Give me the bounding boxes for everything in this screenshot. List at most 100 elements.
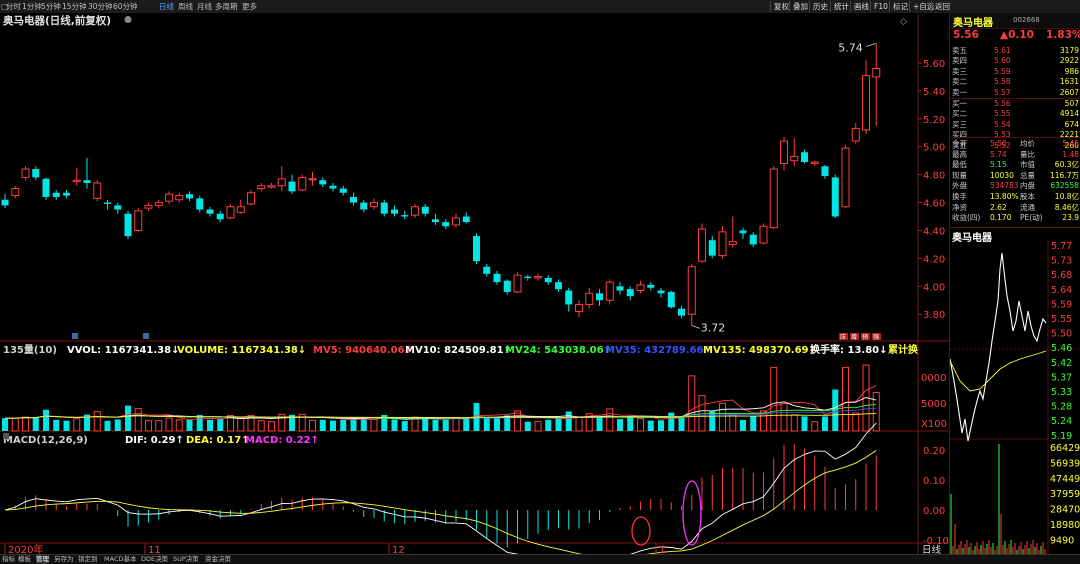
stat-row-0[interactable]: 今开 5.50 均价 5.45 bbox=[950, 138, 1080, 149]
candle-body bbox=[319, 180, 327, 185]
sell-row-5[interactable]: 卖一 5.57 2607 bbox=[950, 87, 1080, 98]
price-tick-7: 4.20 bbox=[923, 254, 945, 265]
candle-body bbox=[52, 192, 60, 197]
vol-badge-2: 预 bbox=[862, 333, 868, 341]
mini-price-tick-10: 5.33 bbox=[1051, 387, 1072, 398]
toolbar-button-5[interactable]: F10 bbox=[870, 1, 891, 12]
stat-row-4[interactable]: 外盘 534783 内盘 632558 bbox=[950, 180, 1080, 191]
settings-dot-icon[interactable] bbox=[124, 16, 132, 23]
mini-price-tick-11: 5.28 bbox=[1051, 402, 1072, 413]
period-tab-3[interactable]: 15分钟 bbox=[62, 0, 87, 13]
stat-label-2: PE(动) bbox=[1020, 213, 1043, 223]
toolbar-button-2[interactable]: 历史 bbox=[809, 1, 831, 12]
stat-row-5[interactable]: 换手 13.80% 股本 10.8亿 bbox=[950, 191, 1080, 202]
quote-stats: 今开 5.50 均价 5.45 最高 5.74 量比 1.48 最低 5.15 市值 60.3亿 现量 1… bbox=[950, 137, 1080, 230]
macd-tick-2: 0.00 bbox=[923, 506, 945, 517]
period-tab-6[interactable]: 日线 bbox=[159, 0, 174, 13]
stat-value: 2.62 bbox=[990, 202, 1007, 212]
sell-label: 卖一 bbox=[952, 87, 967, 97]
stat-value-2: 23.9 bbox=[1062, 213, 1079, 223]
volume-axis: 0000 5000 X100 bbox=[921, 373, 947, 430]
date-label-2: 12 bbox=[392, 545, 405, 554]
volume-bar bbox=[32, 417, 39, 431]
mini-vol-tick-4: 28470 bbox=[1050, 505, 1080, 516]
candle-body bbox=[72, 179, 81, 183]
toolbar-button-8[interactable]: 返回 bbox=[931, 1, 953, 12]
candle-body bbox=[513, 274, 522, 293]
candle-body bbox=[11, 188, 20, 197]
volume-header-1: VVOL: 1167341.38↓ bbox=[67, 345, 179, 356]
toolbar-button-1[interactable]: 叠加 bbox=[789, 1, 811, 12]
volume-bar bbox=[719, 402, 726, 432]
candle-body bbox=[21, 168, 30, 178]
candle-body bbox=[391, 209, 398, 214]
candle-body bbox=[134, 210, 143, 231]
candle-body bbox=[698, 228, 706, 262]
volume-bar bbox=[658, 420, 664, 431]
mini-vol-tick-2: 47449 bbox=[1050, 474, 1080, 485]
stat-row-7[interactable]: 收益(四) 0.170 PE(动) 23.9 bbox=[950, 212, 1080, 223]
period-tab-7[interactable]: 周线 bbox=[178, 0, 193, 13]
stat-row-2[interactable]: 最低 5.15 市值 60.3亿 bbox=[950, 159, 1080, 170]
period-tab-0[interactable]: 分时 bbox=[6, 0, 21, 13]
candle-body bbox=[728, 241, 737, 245]
candle-body bbox=[769, 168, 778, 229]
stat-row-6[interactable]: 净资 2.62 流通 8.46亿 bbox=[950, 202, 1080, 213]
candle-body bbox=[810, 161, 819, 164]
stat-row-1[interactable]: 最高 5.74 量比 1.48 bbox=[950, 149, 1080, 160]
candle-body bbox=[421, 206, 429, 214]
mini-price-tick-0: 5.77 bbox=[1051, 241, 1072, 252]
period-tab-5[interactable]: 60分钟 bbox=[113, 0, 138, 13]
toolbar-button-4[interactable]: 画线 bbox=[850, 1, 872, 12]
period-tab-10[interactable]: 更多 bbox=[242, 0, 257, 13]
date-label-3: 1 bbox=[659, 545, 665, 554]
volume-bar bbox=[155, 420, 163, 432]
toolbar-button-3[interactable]: 统计 bbox=[830, 1, 852, 12]
vol-badge-1: 增 bbox=[851, 333, 857, 341]
price-tick-1: 5.40 bbox=[923, 87, 945, 98]
intraday-chart[interactable]: 5.77 5.73 5.68 5.64 5.59 5.55 5.50 5.46 5.42 5.37… bbox=[950, 241, 1080, 554]
macd-header-1: DIF: 0.29↑ bbox=[125, 435, 184, 446]
volume-bar bbox=[637, 418, 644, 432]
period-tab-4[interactable]: 30分钟 bbox=[88, 0, 113, 13]
candle-body bbox=[370, 202, 378, 208]
stat-value-2: 10.8亿 bbox=[1054, 192, 1079, 201]
high-label: 5.74 bbox=[838, 41, 863, 54]
volume-tick-1: 5000 bbox=[921, 399, 946, 410]
period-tab-9[interactable]: 多周期 bbox=[215, 0, 238, 13]
chart-options-icon[interactable]: ◇ bbox=[900, 17, 907, 27]
candle-body bbox=[708, 240, 716, 256]
volume-bar bbox=[22, 416, 29, 432]
stat-label: 换手 bbox=[952, 192, 967, 201]
mini-price-tick-13: 5.19 bbox=[1051, 431, 1072, 442]
stat-label-2: 量比 bbox=[1020, 149, 1035, 159]
period-tab-2[interactable]: 5分钟 bbox=[41, 0, 61, 13]
macd-marker-icon bbox=[3, 433, 9, 439]
toolbar-button-6[interactable]: 标记 bbox=[889, 1, 911, 12]
volume-marker-icon bbox=[143, 333, 149, 339]
stat-row-3[interactable]: 现量 10030 总量 116.7万 bbox=[950, 170, 1080, 181]
kline-chart[interactable]: 奥马电器(日线,前复权) ◇ 5.60 5.40 5.20 5.00 4.80 4.60 4… bbox=[0, 13, 949, 554]
volume-bar bbox=[750, 416, 757, 431]
volume-bar bbox=[801, 416, 808, 431]
mini-price-tick-1: 5.73 bbox=[1051, 256, 1072, 267]
candle-body bbox=[605, 281, 614, 301]
volume-bar bbox=[186, 419, 193, 431]
candle-body bbox=[226, 206, 235, 219]
stat-label: 最高 bbox=[952, 149, 967, 159]
period-tab-1[interactable]: 1分钟 bbox=[22, 0, 42, 13]
candle-body bbox=[565, 290, 573, 305]
candle-body bbox=[667, 291, 675, 308]
period-tab-8[interactable]: 月线 bbox=[197, 0, 212, 13]
candle-body bbox=[236, 206, 245, 213]
stat-label: 收益(四) bbox=[952, 213, 981, 223]
volume-header-3: MV5: 940640.06↑ bbox=[313, 345, 413, 356]
price-tick-6: 4.40 bbox=[923, 226, 945, 237]
volume-bar bbox=[647, 420, 654, 431]
mini-price-tick-6: 5.50 bbox=[1051, 329, 1072, 340]
volume-bar bbox=[555, 418, 562, 431]
volume-bar bbox=[11, 417, 19, 432]
candle-body bbox=[790, 155, 799, 162]
volume-bar bbox=[688, 375, 696, 432]
mini-vol-tick-1: 56939 bbox=[1050, 458, 1080, 469]
